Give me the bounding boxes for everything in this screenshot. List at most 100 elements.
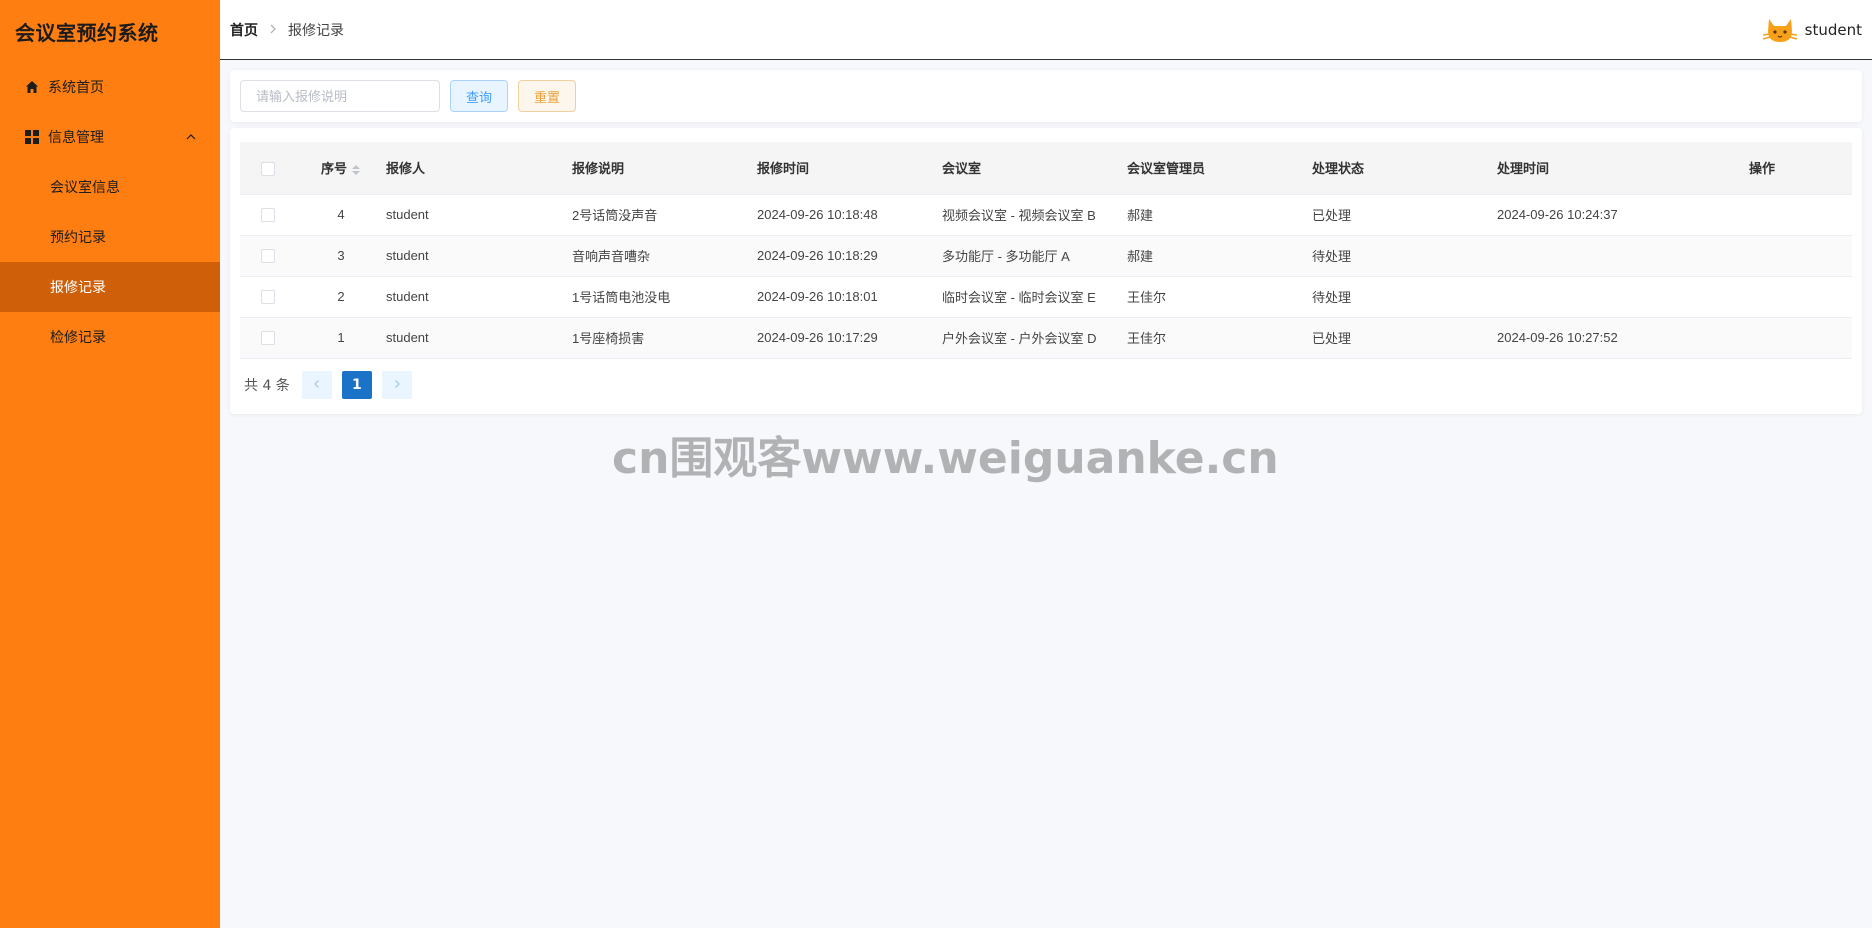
cell-time: 2024-09-26 10:18:29	[757, 235, 942, 277]
breadcrumb-current: 报修记录	[288, 22, 344, 39]
chevron-up-icon	[184, 130, 198, 144]
cell-description: 1号座椅损害	[572, 317, 757, 359]
search-card: 查询 重置	[230, 70, 1862, 122]
cell-room-admin: 王佳尔	[1127, 317, 1312, 359]
cell-time: 2024-09-26 10:18:01	[757, 276, 942, 318]
cell-actions	[1749, 317, 1852, 359]
cell-description: 音响声音嘈杂	[572, 235, 757, 277]
row-checkbox-cell	[240, 317, 296, 359]
cell-time: 2024-09-26 10:18:48	[757, 194, 942, 236]
reset-button[interactable]: 重置	[518, 80, 577, 112]
column-header-time: 报修时间	[757, 142, 942, 195]
cell-index: 2	[296, 276, 386, 318]
table-row[interactable]: 1 student 1号座椅损害 2024-09-26 10:17:29 户外会…	[240, 317, 1852, 359]
sidebar-item-repair-records[interactable]: 报修记录	[0, 262, 220, 312]
row-checkbox[interactable]	[261, 331, 275, 346]
cell-reporter: student	[386, 276, 572, 318]
column-header-index[interactable]: 序号	[296, 142, 386, 195]
query-button[interactable]: 查询	[450, 80, 509, 112]
column-header-status: 处理状态	[1312, 142, 1497, 195]
repair-records-table: 序号 报修人 报修说明 报修时间 会议室 会议室管理员 处理状态 处理时间 操作…	[240, 142, 1852, 359]
cell-handled-time: 2024-09-26 10:24:37	[1497, 194, 1749, 236]
column-header-reporter: 报修人	[386, 142, 572, 195]
cell-handled-time	[1497, 276, 1749, 318]
cell-description: 2号话筒没声音	[572, 194, 757, 236]
sidebar-item-label: 预约记录	[50, 230, 106, 246]
pagination-total: 共 4 条	[244, 377, 290, 394]
breadcrumb-home[interactable]: 首页	[230, 20, 258, 40]
breadcrumb: 首页 报修记录	[230, 20, 344, 40]
cell-actions	[1749, 235, 1852, 277]
table-row[interactable]: 2 student 1号话筒电池没电 2024-09-26 10:18:01 临…	[240, 276, 1852, 318]
cell-time: 2024-09-26 10:17:29	[757, 317, 942, 359]
sidebar-item-label: 会议室信息	[50, 180, 120, 196]
table-card: 序号 报修人 报修说明 报修时间 会议室 会议室管理员 处理状态 处理时间 操作…	[230, 128, 1862, 414]
row-checkbox[interactable]	[261, 208, 275, 223]
cell-room-admin: 郝建	[1127, 235, 1312, 277]
sidebar-item-label: 报修记录	[50, 280, 106, 296]
select-all-checkbox[interactable]	[261, 161, 275, 176]
chevron-right-icon	[268, 22, 278, 38]
search-input[interactable]	[240, 80, 440, 112]
header-checkbox-cell	[240, 142, 296, 195]
table-row[interactable]: 3 student 音响声音嘈杂 2024-09-26 10:18:29 多功能…	[240, 235, 1852, 277]
sidebar-menu: 系统首页 信息管理 会议室信息 预约记录 报修记录 检修记录	[0, 62, 220, 362]
table-row[interactable]: 4 student 2号话筒没声音 2024-09-26 10:18:48 视频…	[240, 194, 1852, 236]
row-checkbox[interactable]	[261, 249, 275, 264]
chevron-right-icon	[392, 377, 402, 393]
home-icon	[24, 79, 40, 95]
next-page-button[interactable]	[381, 370, 412, 399]
sort-icon[interactable]	[351, 163, 361, 177]
cell-reporter: student	[386, 194, 572, 236]
column-header-room-admin: 会议室管理员	[1127, 142, 1312, 195]
cell-handled-time	[1497, 235, 1749, 277]
cell-index: 3	[296, 235, 386, 277]
grid-icon	[24, 129, 40, 145]
username: student	[1804, 21, 1862, 39]
sidebar-item-inspection-records[interactable]: 检修记录	[0, 312, 220, 362]
column-header-description: 报修说明	[572, 142, 757, 195]
cell-room: 临时会议室 - 临时会议室 E	[942, 276, 1127, 318]
sidebar-item-label: 系统首页	[48, 80, 104, 96]
cell-room-admin: 郝建	[1127, 194, 1312, 236]
app-title: 会议室预约系统	[15, 20, 159, 45]
cell-room-admin: 王佳尔	[1127, 276, 1312, 318]
column-header-handled-time: 处理时间	[1497, 142, 1749, 195]
cell-reporter: student	[386, 235, 572, 277]
cell-actions	[1749, 276, 1852, 318]
sidebar-item-label: 检修记录	[50, 330, 106, 346]
sidebar-item-reservations[interactable]: 预约记录	[0, 212, 220, 262]
cell-room: 户外会议室 - 户外会议室 D	[942, 317, 1127, 359]
page-number-button[interactable]: 1	[341, 370, 372, 399]
table-header-row: 序号 报修人 报修说明 报修时间 会议室 会议室管理员 处理状态 处理时间 操作	[240, 142, 1852, 195]
pagination: 共 4 条 1	[240, 359, 1852, 411]
cell-status: 已处理	[1312, 194, 1497, 236]
sidebar-item-home[interactable]: 系统首页	[0, 62, 220, 112]
cell-index: 4	[296, 194, 386, 236]
watermark-text: cn围观客www.weiguanke.cn	[612, 433, 1279, 484]
row-checkbox-cell	[240, 194, 296, 236]
sidebar-item-label: 信息管理	[48, 130, 104, 146]
row-checkbox-cell	[240, 276, 296, 318]
row-checkbox[interactable]	[261, 290, 275, 305]
column-header-actions: 操作	[1749, 142, 1852, 195]
cell-room: 多功能厅 - 多功能厅 A	[942, 235, 1127, 277]
row-checkbox-cell	[240, 235, 296, 277]
cell-room: 视频会议室 - 视频会议室 B	[942, 194, 1127, 236]
user-menu[interactable]: student	[1762, 0, 1862, 60]
top-header: 首页 报修记录 student	[220, 0, 1872, 60]
cell-reporter: student	[386, 317, 572, 359]
chevron-left-icon	[312, 377, 322, 393]
column-header-room: 会议室	[942, 142, 1127, 195]
cell-status: 待处理	[1312, 235, 1497, 277]
cell-description: 1号话筒电池没电	[572, 276, 757, 318]
cell-status: 待处理	[1312, 276, 1497, 318]
prev-page-button[interactable]	[301, 370, 332, 399]
sidebar: 会议室预约系统 系统首页 信息管理 会议室信息 预约记录 报修记录 检修记录	[0, 0, 220, 928]
sidebar-item-info-management[interactable]: 信息管理	[0, 112, 220, 162]
cell-index: 1	[296, 317, 386, 359]
cat-icon	[1762, 15, 1797, 45]
cell-status: 已处理	[1312, 317, 1497, 359]
cell-actions	[1749, 194, 1852, 236]
sidebar-item-room-info[interactable]: 会议室信息	[0, 162, 220, 212]
